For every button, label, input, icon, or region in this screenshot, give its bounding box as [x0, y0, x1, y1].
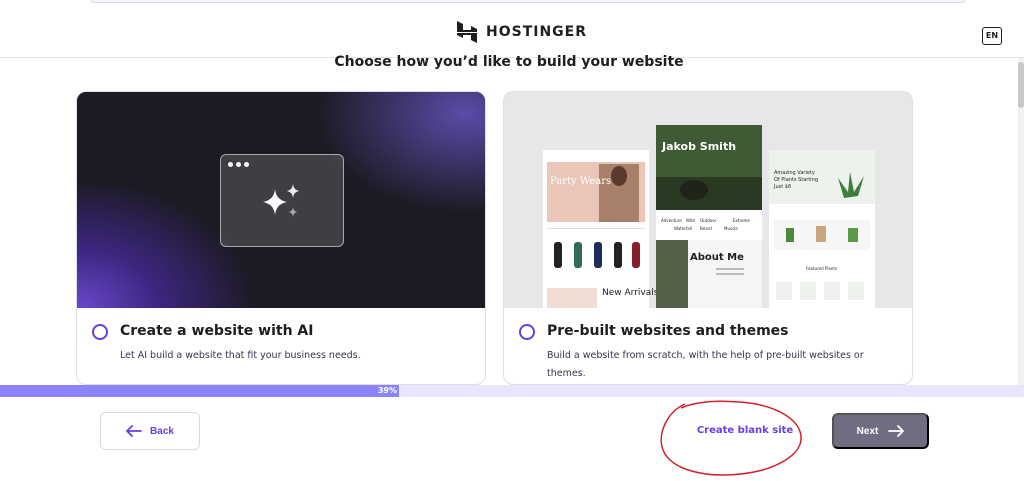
arrow-left-icon: [126, 425, 142, 437]
next-button[interactable]: Next: [832, 413, 929, 449]
option-ai-radio[interactable]: [92, 324, 108, 340]
svg-text:Muscle: Muscle: [724, 226, 738, 231]
portfolio-about: About Me: [690, 252, 744, 263]
progress-label: 39%: [377, 386, 397, 395]
back-button[interactable]: Back: [100, 412, 200, 450]
option-ai-description: Let AI build a website that fit your bus…: [120, 350, 361, 361]
option-templates-radio[interactable]: [519, 324, 535, 340]
create-blank-site-button[interactable]: Create blank site: [690, 418, 800, 444]
option-card-ai[interactable]: Create a website with AI Let AI build a …: [76, 91, 486, 385]
ai-illustration: [77, 92, 485, 308]
scrollbar-thumb[interactable]: [1018, 62, 1024, 108]
option-ai-title: Create a website with AI: [120, 323, 314, 339]
sparkles-icon: [263, 184, 299, 217]
svg-text:Extreme: Extreme: [733, 218, 750, 223]
party-headline: Party Wears: [550, 176, 611, 187]
portfolio-name: Jakob Smith: [661, 140, 736, 153]
template-thumbnails: Party Wears New Arrivals Jakob Smith Adv…: [543, 125, 875, 310]
next-button-label: Next: [856, 425, 879, 437]
hostinger-logo-icon: [456, 20, 478, 44]
template-jakob-smith: Jakob Smith Adventure Wild Outdoor Extre…: [656, 125, 762, 308]
brand-logo[interactable]: HOSTINGER: [456, 20, 587, 44]
svg-text:Waterfall: Waterfall: [674, 226, 692, 231]
browser-window-graphic: [220, 154, 344, 247]
plants-section: Featured Plants: [806, 266, 837, 271]
option-card-templates[interactable]: Party Wears New Arrivals Jakob Smith Adv…: [503, 91, 913, 385]
party-subhead: New Arrivals: [602, 288, 659, 298]
templates-preview: Party Wears New Arrivals Jakob Smith Adv…: [504, 92, 912, 310]
page-title: Choose how you’d like to build your webs…: [334, 54, 684, 70]
language-selector[interactable]: EN: [982, 27, 1002, 45]
svg-text:Outdoor: Outdoor: [700, 218, 717, 223]
svg-text:Wild: Wild: [686, 218, 695, 223]
option-templates-title: Pre-built websites and themes: [547, 323, 789, 339]
template-party-wears: Party Wears New Arrivals: [543, 150, 659, 310]
header: HOSTINGER EN: [0, 4, 1024, 58]
svg-text:Beard: Beard: [700, 226, 712, 231]
brand-name: HOSTINGER: [486, 24, 588, 40]
option-templates-description: Build a website from scratch, with the h…: [547, 350, 864, 379]
back-button-label: Back: [150, 425, 174, 437]
progress-bar: 39%: [0, 385, 1024, 397]
arrow-right-icon: [888, 425, 905, 437]
progress-fill: [0, 385, 399, 397]
browser-top-strip: [90, 0, 966, 3]
template-plants: Amazing Variety Of Plants Starting Just …: [769, 150, 875, 310]
svg-text:Adventure: Adventure: [661, 218, 682, 223]
